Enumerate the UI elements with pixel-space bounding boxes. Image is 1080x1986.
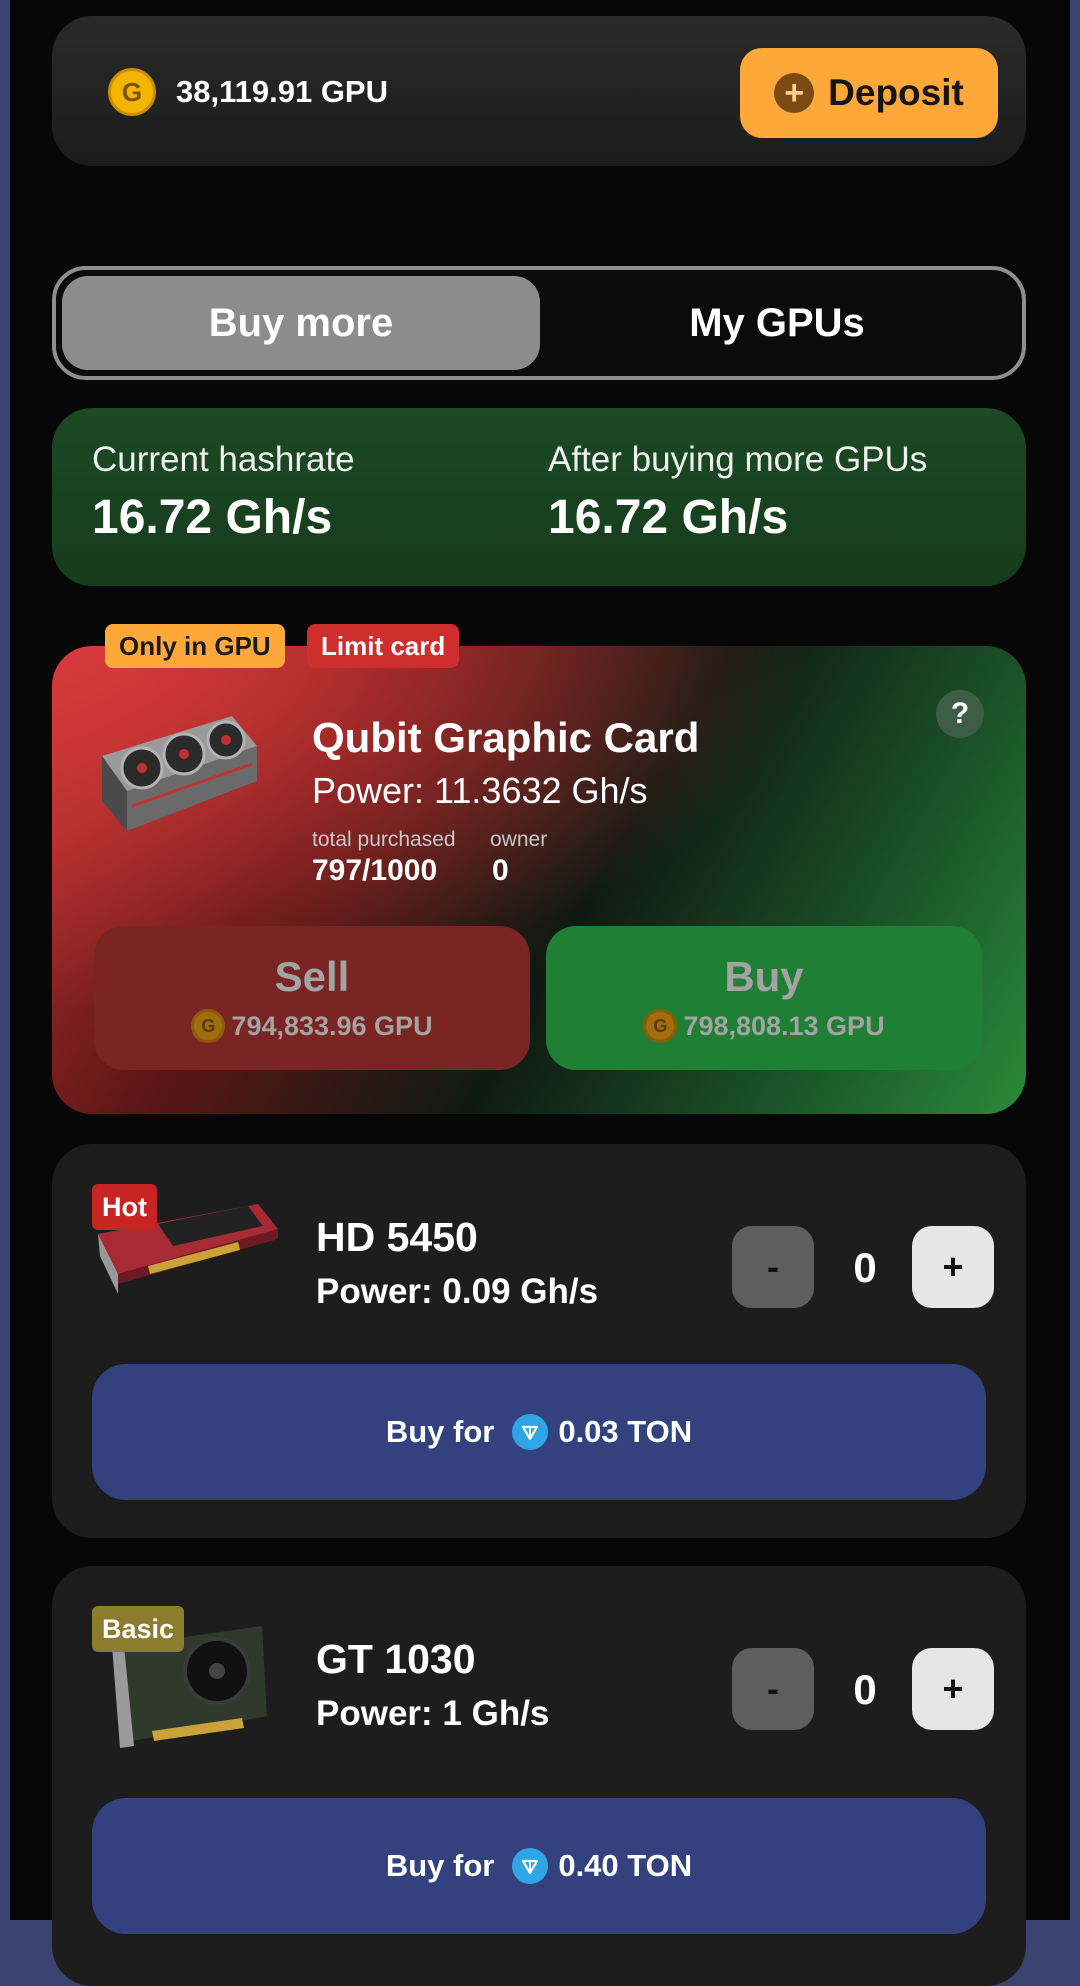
current-hashrate-value: 16.72 Gh/s bbox=[92, 491, 333, 544]
buy-button[interactable]: Buy G 798,808.13 GPU bbox=[546, 926, 982, 1070]
purchased-value: 797/1000 bbox=[312, 854, 438, 887]
ton-price: 0.40 TON bbox=[558, 1848, 693, 1883]
deposit-label: Deposit bbox=[828, 72, 964, 113]
gpu-coin-icon: G bbox=[191, 1009, 226, 1043]
buy-for-ton-button[interactable]: Buy for 0.40 TON bbox=[92, 1798, 986, 1934]
buy-for-ton-button[interactable]: Buy for 0.03 TON bbox=[92, 1364, 986, 1500]
app-screen: G 38,119.91 GPU + Deposit Buy more My GP… bbox=[10, 0, 1070, 1986]
gpu-power: Power: 1 Gh/s bbox=[316, 1694, 550, 1733]
gpu-power: Power: 0.09 Gh/s bbox=[316, 1272, 599, 1311]
basic-badge: Basic bbox=[92, 1606, 185, 1652]
decrement-button[interactable]: - bbox=[732, 1226, 814, 1308]
ton-icon bbox=[512, 1848, 549, 1884]
current-hashrate: Current hashrate 16.72 Gh/s bbox=[92, 440, 355, 545]
graphics-card-image bbox=[102, 716, 257, 831]
gpu-name: HD 5450 bbox=[316, 1214, 478, 1260]
limit-card-badge: Limit card bbox=[307, 624, 460, 668]
gpu-coin-icon: G bbox=[108, 68, 156, 116]
after-hashrate-label: After buying more GPUs bbox=[548, 440, 928, 479]
owner-value: 0 bbox=[492, 854, 509, 887]
owner-label: owner bbox=[490, 828, 548, 851]
tab-switcher: Buy more My GPUs bbox=[52, 266, 1026, 380]
sell-price: G 794,833.96 GPU bbox=[191, 1009, 433, 1043]
ton-icon bbox=[512, 1414, 549, 1450]
buy-price-value: 798,808.13 GPU bbox=[683, 1010, 885, 1041]
sell-label: Sell bbox=[274, 953, 350, 1000]
help-icon[interactable]: ? bbox=[936, 690, 984, 738]
balance-amount: 38,119.91 GPU bbox=[176, 74, 388, 109]
ton-price: 0.03 TON bbox=[558, 1414, 693, 1449]
deposit-button[interactable]: + Deposit bbox=[740, 48, 998, 138]
purchased-label: total purchased bbox=[312, 828, 456, 851]
increment-button[interactable]: + bbox=[912, 1648, 994, 1730]
decrement-button[interactable]: - bbox=[732, 1648, 814, 1730]
plus-circle-icon: + bbox=[774, 73, 815, 113]
increment-button[interactable]: + bbox=[912, 1226, 994, 1308]
sell-price-value: 794,833.96 GPU bbox=[231, 1010, 433, 1041]
hashrate-panel: Current hashrate 16.72 Gh/s After buying… bbox=[52, 408, 1026, 586]
current-hashrate-label: Current hashrate bbox=[92, 440, 355, 479]
gpu-card-hd5450: Hot HD 5450 Power: 0.09 Gh/s - 0 + Buy f… bbox=[52, 1144, 1026, 1538]
buy-price: G 798,808.13 GPU bbox=[643, 1009, 885, 1043]
card-title: Qubit Graphic Card bbox=[312, 714, 700, 761]
buy-for-label: Buy for bbox=[385, 1414, 495, 1449]
gpu-coin-icon: G bbox=[643, 1009, 678, 1043]
buy-for-label: Buy for bbox=[385, 1848, 495, 1883]
gpu-card-gt1030: Basic GT 1030 Power: 1 Gh/s - 0 + Buy fo… bbox=[52, 1566, 1026, 1986]
card-power: Power: 11.3632 Gh/s bbox=[312, 770, 648, 811]
buy-label: Buy bbox=[724, 953, 804, 1000]
tab-buy-more[interactable]: Buy more bbox=[62, 276, 540, 370]
after-hashrate: After buying more GPUs 16.72 Gh/s bbox=[548, 440, 927, 545]
quantity-value: 0 bbox=[853, 1244, 877, 1291]
qubit-card: ? Qubit Graphic Card Power: 11.3632 Gh/s… bbox=[52, 646, 1026, 1114]
after-hashrate-value: 16.72 Gh/s bbox=[548, 491, 789, 544]
hot-badge: Hot bbox=[92, 1184, 157, 1230]
tab-my-gpus[interactable]: My GPUs bbox=[538, 276, 1016, 370]
quantity-value: 0 bbox=[853, 1666, 877, 1713]
sell-button[interactable]: Sell G 794,833.96 GPU bbox=[94, 926, 530, 1070]
gpu-name: GT 1030 bbox=[316, 1636, 476, 1682]
balance-bar: G 38,119.91 GPU + Deposit bbox=[52, 16, 1026, 166]
only-in-gpu-badge: Only in GPU bbox=[105, 624, 285, 668]
